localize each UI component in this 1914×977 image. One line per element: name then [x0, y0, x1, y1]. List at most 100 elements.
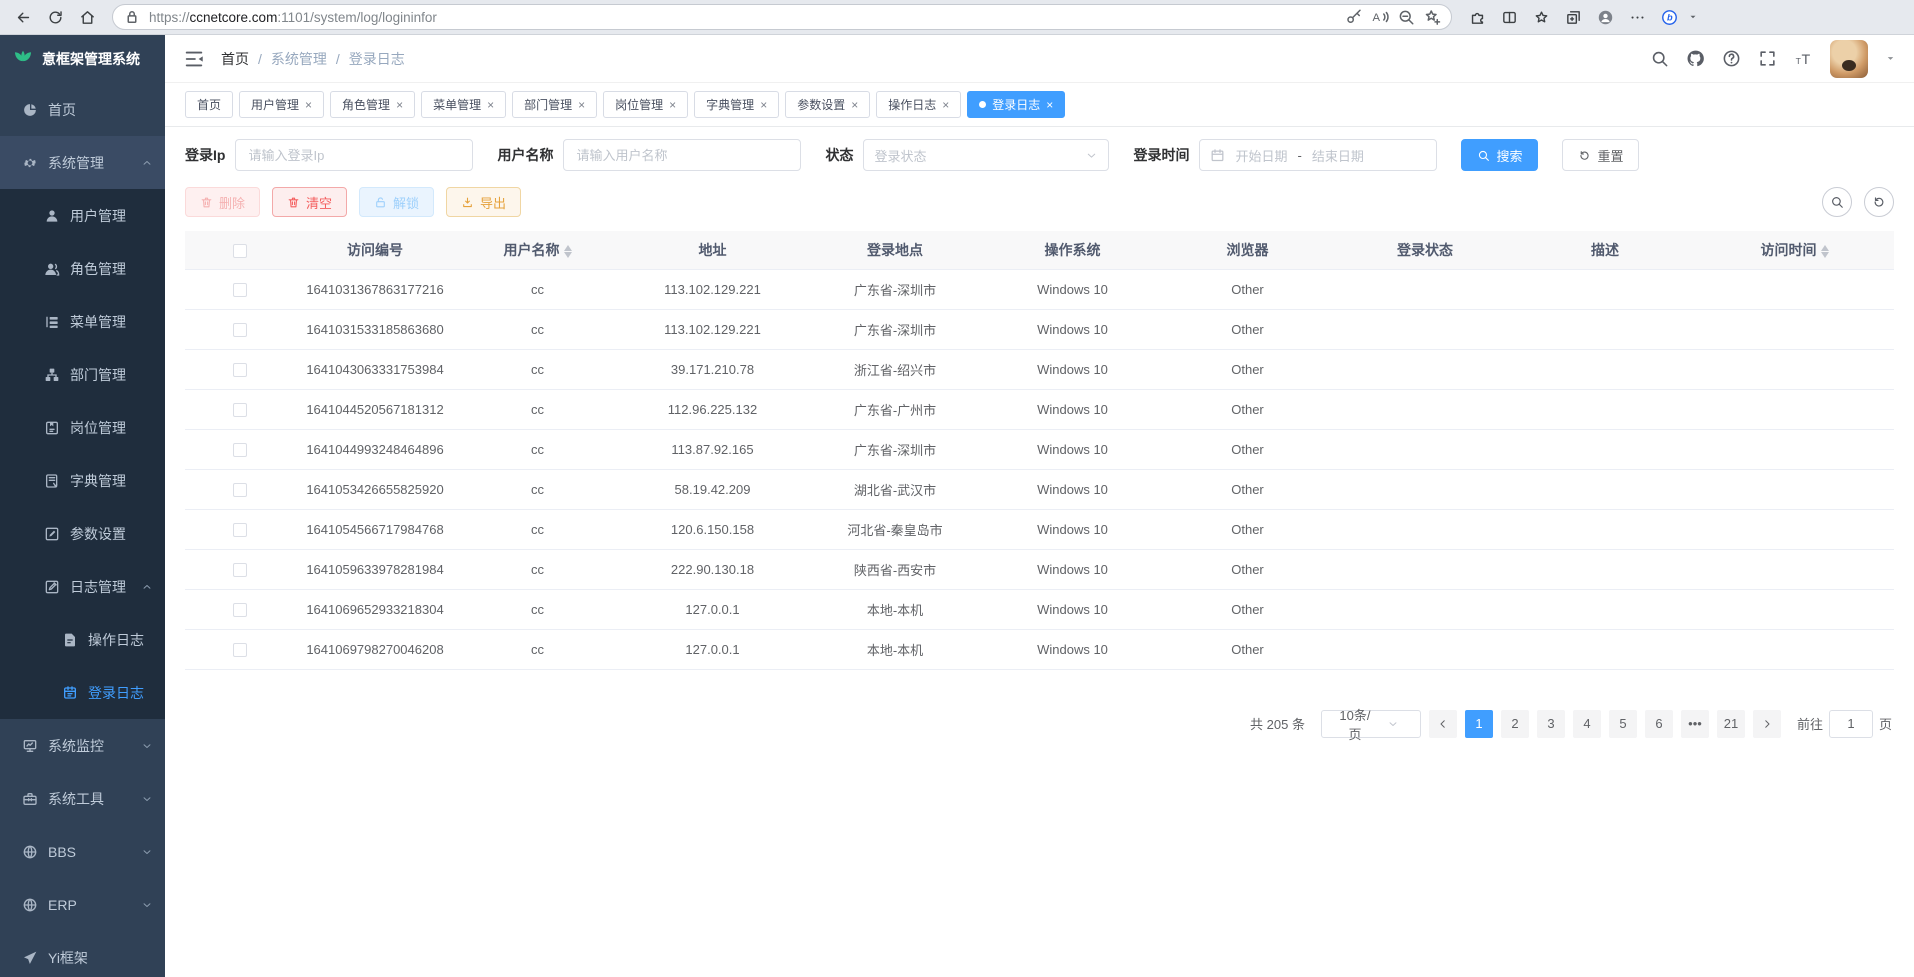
home-icon[interactable] — [74, 4, 100, 30]
tab-close-icon[interactable]: × — [305, 99, 312, 111]
tab-close-icon[interactable]: × — [487, 99, 494, 111]
tab-close-icon[interactable]: × — [1046, 99, 1053, 111]
tab-op-log[interactable]: 操作日志× — [876, 91, 961, 118]
row-checkbox[interactable] — [233, 483, 247, 497]
tab-login-log[interactable]: 登录日志× — [967, 91, 1065, 118]
zoom-out-icon[interactable] — [1397, 8, 1415, 26]
table-row[interactable]: 1641053426655825920cc58.19.42.209湖北省-武汉市… — [185, 469, 1894, 509]
sort-caret-icon[interactable] — [564, 245, 572, 258]
tab-close-icon[interactable]: × — [851, 99, 858, 111]
table-row[interactable]: 1641054566717984768cc120.6.150.158河北省-秦皇… — [185, 509, 1894, 549]
back-icon[interactable] — [10, 4, 36, 30]
tab-param-set[interactable]: 参数设置× — [785, 91, 870, 118]
table-row[interactable]: 1641031533185863680cc113.102.129.221广东省-… — [185, 309, 1894, 349]
row-checkbox[interactable] — [233, 603, 247, 617]
github-icon[interactable] — [1686, 49, 1705, 68]
sidebar-item-menu-mgmt[interactable]: 菜单管理 — [0, 295, 165, 348]
reload-icon[interactable] — [42, 4, 68, 30]
sort-caret-icon[interactable] — [1821, 245, 1829, 258]
page-button-6[interactable]: 6 — [1645, 710, 1673, 738]
url-text[interactable]: https://ccnetcore.com:1101/system/log/lo… — [149, 10, 1337, 25]
table-row[interactable]: 1641059633978281984cc222.90.130.18陕西省-西安… — [185, 549, 1894, 589]
table-row[interactable]: 1641069798270046208cc127.0.0.1本地-本机Windo… — [185, 629, 1894, 669]
sidebar-item-post-mgmt[interactable]: 岗位管理 — [0, 401, 165, 454]
table-row[interactable]: 1641043063331753984cc39.171.210.78浙江省-绍兴… — [185, 349, 1894, 389]
app-logo[interactable]: 意框架管理系统 — [0, 35, 165, 83]
toggle-search-button[interactable] — [1822, 187, 1852, 217]
clear-button[interactable]: 清空 — [272, 187, 347, 217]
address-bar[interactable]: https://ccnetcore.com:1101/system/log/lo… — [112, 4, 1452, 30]
avatar-caret-icon[interactable] — [1885, 53, 1896, 64]
extensions-icon[interactable] — [1464, 4, 1490, 30]
collapse-sidebar-icon[interactable] — [183, 48, 205, 70]
fullscreen-icon[interactable] — [1758, 49, 1777, 68]
sidebar-item-yi-framework[interactable]: Yi框架 — [0, 931, 165, 977]
read-aloud-icon[interactable]: A — [1371, 8, 1389, 26]
row-checkbox[interactable] — [233, 323, 247, 337]
favorite-add-icon[interactable] — [1423, 8, 1441, 26]
copilot-icon[interactable]: b — [1656, 4, 1682, 30]
page-button-4[interactable]: 4 — [1573, 710, 1601, 738]
key-icon[interactable] — [1345, 8, 1363, 26]
tab-close-icon[interactable]: × — [760, 99, 767, 111]
sidebar-item-bbs[interactable]: BBS — [0, 825, 165, 878]
sidebar-item-system-mgmt[interactable]: 系统管理 — [0, 136, 165, 189]
row-checkbox[interactable] — [233, 403, 247, 417]
sidebar-item-login-log[interactable]: 登录日志 — [0, 666, 165, 719]
tab-dept-mgmt[interactable]: 部门管理× — [512, 91, 597, 118]
collections-icon[interactable] — [1560, 4, 1586, 30]
tab-dict-mgmt[interactable]: 字典管理× — [694, 91, 779, 118]
reset-button[interactable]: 重置 — [1562, 139, 1639, 171]
font-size-icon[interactable]: TT — [1794, 49, 1813, 68]
page-button-3[interactable]: 3 — [1537, 710, 1565, 738]
help-icon[interactable] — [1722, 49, 1741, 68]
row-checkbox[interactable] — [233, 283, 247, 297]
tab-close-icon[interactable]: × — [578, 99, 585, 111]
unlock-button[interactable]: 解锁 — [359, 187, 434, 217]
tab-home[interactable]: 首页 — [185, 91, 233, 118]
row-checkbox[interactable] — [233, 523, 247, 537]
row-checkbox[interactable] — [233, 363, 247, 377]
select-all-checkbox[interactable] — [233, 244, 247, 258]
browser-more-icon[interactable] — [1624, 4, 1650, 30]
search-button[interactable]: 搜索 — [1461, 139, 1538, 171]
column-header[interactable]: 访问时间 — [1695, 231, 1894, 269]
date-range-picker[interactable]: 开始日期 - 结束日期 — [1199, 139, 1437, 171]
page-button-5[interactable]: 5 — [1609, 710, 1637, 738]
sidebar-item-param-settings[interactable]: 参数设置 — [0, 507, 165, 560]
row-checkbox[interactable] — [233, 643, 247, 657]
refresh-table-button[interactable] — [1864, 187, 1894, 217]
table-row[interactable]: 1641044993248464896cc113.87.92.165广东省-深圳… — [185, 429, 1894, 469]
breadcrumb-item-2[interactable]: 登录日志 — [349, 49, 405, 69]
tab-close-icon[interactable]: × — [669, 99, 676, 111]
sidebar-item-home[interactable]: 首页 — [0, 83, 165, 136]
sidebar-item-sys-monitor[interactable]: 系统监控 — [0, 719, 165, 772]
sidebar-item-user-mgmt[interactable]: 用户管理 — [0, 189, 165, 242]
table-row[interactable]: 1641031367863177216cc113.102.129.221广东省-… — [185, 269, 1894, 309]
tab-menu-mgmt[interactable]: 菜单管理× — [421, 91, 506, 118]
sidebar-item-role-mgmt[interactable]: 角色管理 — [0, 242, 165, 295]
search-icon[interactable] — [1650, 49, 1669, 68]
page-button-21[interactable]: 21 — [1717, 710, 1745, 738]
tab-close-icon[interactable]: × — [942, 99, 949, 111]
sidebar-item-dept-mgmt[interactable]: 部门管理 — [0, 348, 165, 401]
column-header[interactable]: 用户名称 — [455, 231, 620, 269]
breadcrumb-item-1[interactable]: 系统管理 — [271, 49, 327, 69]
user-avatar[interactable] — [1830, 40, 1868, 78]
row-checkbox[interactable] — [233, 443, 247, 457]
tab-user-mgmt[interactable]: 用户管理× — [239, 91, 324, 118]
page-button-2[interactable]: 2 — [1501, 710, 1529, 738]
sidebar-item-erp[interactable]: ERP — [0, 878, 165, 931]
breadcrumb-item-0[interactable]: 首页 — [221, 49, 249, 69]
ip-input[interactable] — [235, 139, 473, 171]
delete-button[interactable]: 删除 — [185, 187, 260, 217]
table-row[interactable]: 1641044520567181312cc112.96.225.132广东省-广… — [185, 389, 1894, 429]
table-row[interactable]: 1641069652933218304cc127.0.0.1本地-本机Windo… — [185, 589, 1894, 629]
sidebar-item-log-mgmt[interactable]: 日志管理 — [0, 560, 165, 613]
next-page-button[interactable] — [1753, 710, 1781, 738]
tab-role-mgmt[interactable]: 角色管理× — [330, 91, 415, 118]
tab-post-mgmt[interactable]: 岗位管理× — [603, 91, 688, 118]
sidebar-item-dict-mgmt[interactable]: 字典管理 — [0, 454, 165, 507]
prev-page-button[interactable] — [1429, 710, 1457, 738]
sidebar-item-op-log[interactable]: 操作日志 — [0, 613, 165, 666]
